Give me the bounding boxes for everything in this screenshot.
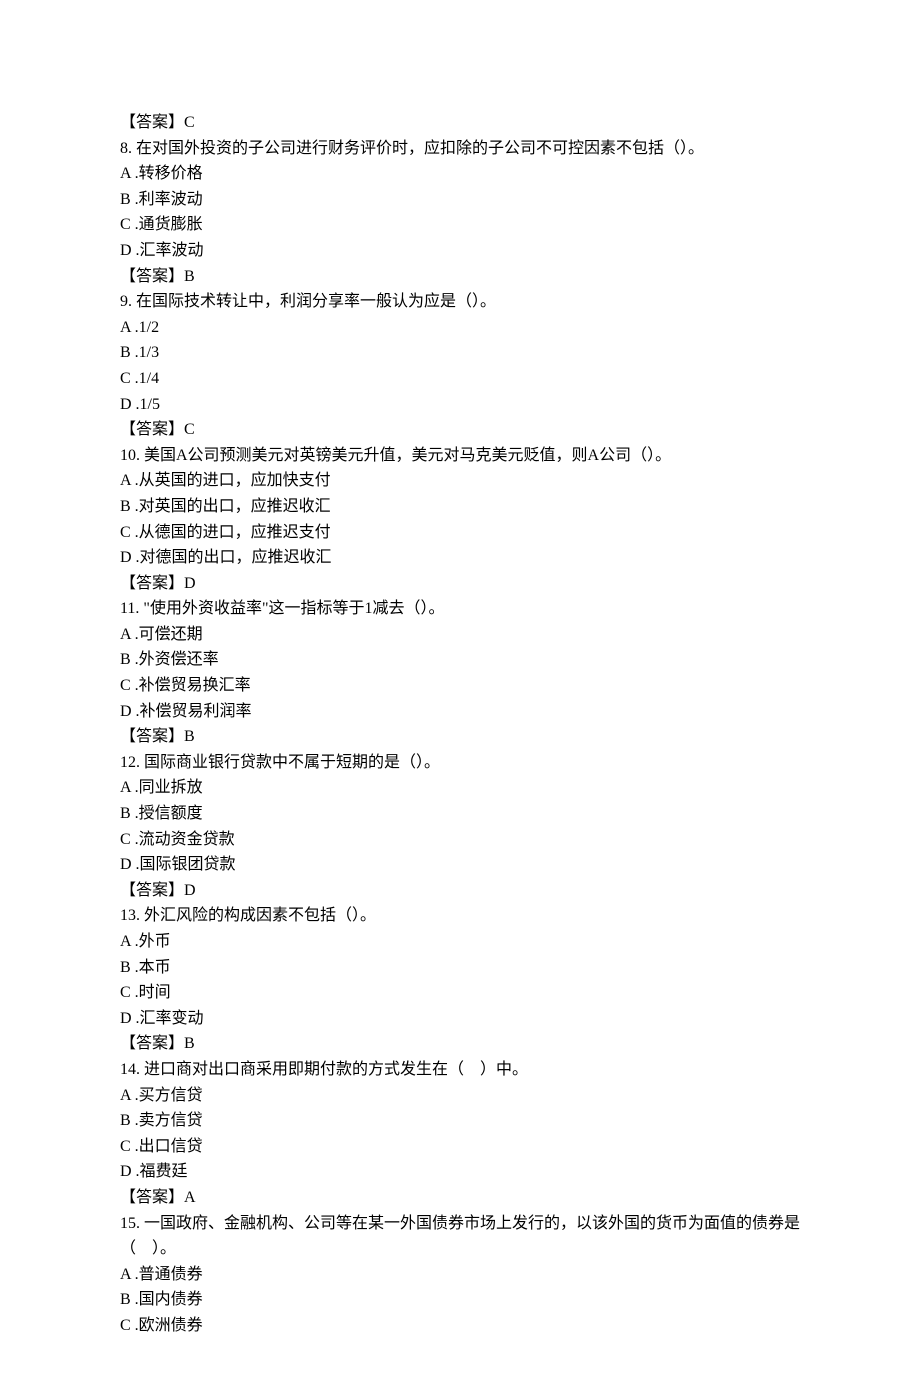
text-line: C .流动资金贷款 <box>120 827 800 853</box>
text-line: A .买方信贷 <box>120 1083 800 1109</box>
text-line: B .本币 <box>120 955 800 981</box>
text-line: 【答案】B <box>120 264 800 290</box>
text-line: B .外资偿还率 <box>120 647 800 673</box>
text-line: 【答案】C <box>120 110 800 136</box>
text-line: C .补偿贸易换汇率 <box>120 673 800 699</box>
text-line: 【答案】B <box>120 724 800 750</box>
text-line: A .1/2 <box>120 315 800 341</box>
text-line: B .卖方信贷 <box>120 1108 800 1134</box>
text-line: 11. "使用外资收益率"这一指标等于1减去（）。 <box>120 596 800 622</box>
text-line: 9. 在国际技术转让中，利润分享率一般认为应是（）。 <box>120 289 800 315</box>
text-line: 【答案】D <box>120 571 800 597</box>
text-line: A .从英国的进口，应加快支付 <box>120 468 800 494</box>
text-line: A .同业拆放 <box>120 775 800 801</box>
text-line: 【答案】C <box>120 417 800 443</box>
text-line: A .普通债券 <box>120 1262 800 1288</box>
text-line: C .时间 <box>120 980 800 1006</box>
text-line: 10. 美国A公司预测美元对英镑美元升值，美元对马克美元贬值，则A公司（）。 <box>120 443 800 469</box>
text-line: D .国际银团贷款 <box>120 852 800 878</box>
text-line: B .利率波动 <box>120 187 800 213</box>
text-line: 【答案】B <box>120 1031 800 1057</box>
text-line: D .汇率变动 <box>120 1006 800 1032</box>
text-line: C .通货膨胀 <box>120 212 800 238</box>
text-line: C .欧洲债券 <box>120 1313 800 1339</box>
text-line: D .福费廷 <box>120 1159 800 1185</box>
text-line: A .可偿还期 <box>120 622 800 648</box>
text-line: B .授信额度 <box>120 801 800 827</box>
text-line: B .1/3 <box>120 340 800 366</box>
text-line: 14. 进口商对出口商采用即期付款的方式发生在（ ）中。 <box>120 1057 800 1083</box>
text-line: 8. 在对国外投资的子公司进行财务评价时，应扣除的子公司不可控因素不包括（）。 <box>120 136 800 162</box>
text-line: 【答案】D <box>120 878 800 904</box>
text-line: D .补偿贸易利润率 <box>120 699 800 725</box>
text-line: 13. 外汇风险的构成因素不包括（）。 <box>120 903 800 929</box>
text-line: B .对英国的出口，应推迟收汇 <box>120 494 800 520</box>
text-line: B .国内债券 <box>120 1287 800 1313</box>
text-line: 15. 一国政府、金融机构、公司等在某一外国债券市场上发行的，以该外国的货币为面… <box>120 1211 800 1262</box>
text-line: D .汇率波动 <box>120 238 800 264</box>
text-line: A .转移价格 <box>120 161 800 187</box>
text-line: D .1/5 <box>120 392 800 418</box>
text-line: C .1/4 <box>120 366 800 392</box>
text-line: A .外币 <box>120 929 800 955</box>
document-body: 【答案】C 8. 在对国外投资的子公司进行财务评价时，应扣除的子公司不可控因素不… <box>120 110 800 1339</box>
text-line: 12. 国际商业银行贷款中不属于短期的是（）。 <box>120 750 800 776</box>
text-line: C .出口信贷 <box>120 1134 800 1160</box>
text-line: D .对德国的出口，应推迟收汇 <box>120 545 800 571</box>
text-line: 【答案】A <box>120 1185 800 1211</box>
text-line: C .从德国的进口，应推迟支付 <box>120 520 800 546</box>
